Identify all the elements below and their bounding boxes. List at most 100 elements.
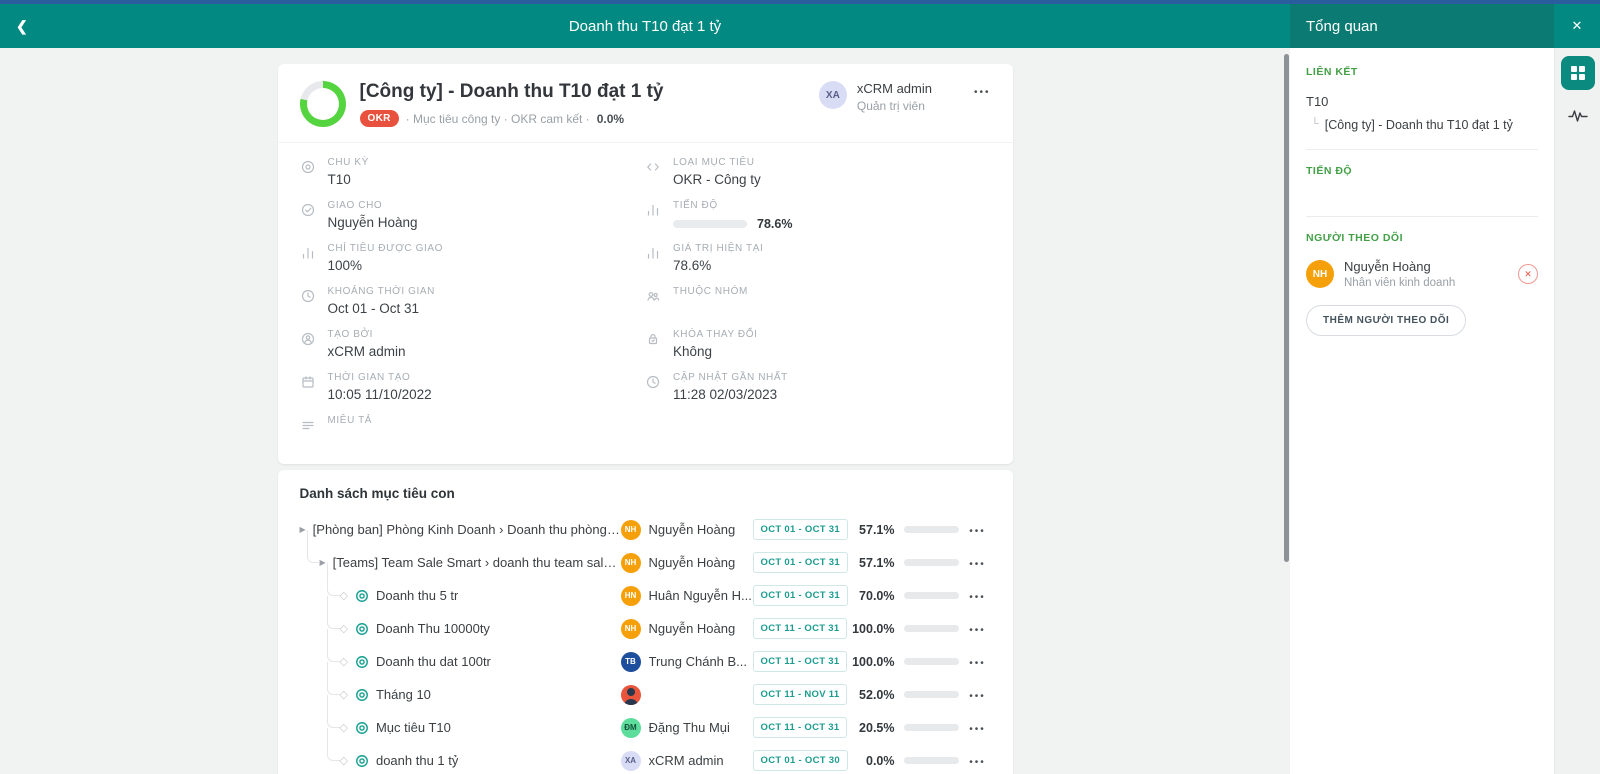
field-left-6: MIÊU TẢ bbox=[300, 415, 646, 446]
child-goal-title: [Teams] Team Sale Smart › doanh thu team… bbox=[333, 555, 621, 570]
field-value: 10:05 11/10/2022 bbox=[328, 387, 432, 403]
row-progress-track bbox=[904, 691, 959, 698]
goal-card-header: [Công ty] - Doanh thu T10 đạt 1 tỷ OKR ·… bbox=[278, 64, 1013, 142]
child-goal-row[interactable]: ◇ Doanh thu 5 tr HNHuân Nguyễn H... OCT … bbox=[294, 579, 997, 612]
row-percent: 57.1% bbox=[843, 556, 895, 570]
row-lead: ◇ Tháng 10 bbox=[294, 687, 621, 702]
field-label: TẠO BỞI bbox=[328, 329, 406, 340]
assignee-name: Đặng Thu Mụi bbox=[649, 720, 730, 735]
activity-tab-button[interactable] bbox=[1568, 108, 1588, 123]
date-range-badge: OCT 11 - OCT 31 bbox=[753, 651, 848, 672]
expand-toggle-icon[interactable]: ▶ bbox=[300, 525, 306, 534]
close-panel-button[interactable]: ✕ bbox=[1572, 18, 1583, 34]
main-scrollbar[interactable] bbox=[1284, 54, 1289, 562]
activity-pulse-icon bbox=[1568, 108, 1588, 123]
field-label: LOẠI MỤC TIÊU bbox=[673, 157, 761, 168]
user-icon bbox=[300, 331, 316, 347]
link-child[interactable]: └ [Công ty] - Doanh thu T10 đạt 1 tỷ bbox=[1306, 118, 1538, 132]
tree-connector bbox=[327, 728, 340, 761]
progress-percent: 78.6% bbox=[757, 217, 792, 231]
okr-target-icon bbox=[355, 688, 369, 702]
okr-target-icon bbox=[355, 655, 369, 669]
row-date-cell: OCT 11 - NOV 11 bbox=[753, 684, 843, 705]
row-lead: ▶ [Teams] Team Sale Smart › doanh thu te… bbox=[294, 555, 621, 570]
okr-target-icon bbox=[355, 622, 369, 636]
row-more-cell: ••• bbox=[959, 719, 997, 737]
assignee-name: Nguyễn Hoàng bbox=[649, 522, 736, 537]
row-more-cell: ••• bbox=[959, 521, 997, 539]
child-goal-title: Doanh thu 5 tr bbox=[376, 588, 458, 603]
row-more-button[interactable]: ••• bbox=[969, 724, 986, 735]
tree-connector bbox=[327, 629, 340, 662]
follower-avatar: NH bbox=[1306, 260, 1334, 288]
follower-name: Nguyễn Hoàng bbox=[1344, 259, 1455, 274]
main-area: ❮ Doanh thu T10 đạt 1 tỷ [Công ty] - Doa… bbox=[0, 4, 1290, 774]
child-goal-row[interactable]: ▶ [Teams] Team Sale Smart › doanh thu te… bbox=[294, 546, 997, 579]
row-more-button[interactable]: ••• bbox=[969, 625, 986, 636]
field-label: KHOẢNG THỜI GIAN bbox=[328, 286, 435, 297]
field-label: TIẾN ĐỘ bbox=[673, 200, 792, 211]
child-goal-row[interactable]: ◇ Tháng 10 OCT 11 - NOV 11 52.0% ••• bbox=[294, 678, 997, 711]
tool-strip: ✕ bbox=[1554, 4, 1600, 774]
row-assignee: NHNguyễn Hoàng bbox=[621, 619, 753, 639]
row-date-cell: OCT 11 - OCT 31 bbox=[753, 651, 843, 672]
progress-section-label: TIẾN ĐỘ bbox=[1306, 165, 1538, 177]
row-avatar: NH bbox=[621, 619, 641, 639]
row-assignee: HNHuân Nguyễn H... bbox=[621, 586, 753, 606]
field-label: CHỈ TIÊU ĐƯỢC GIAO bbox=[328, 243, 444, 254]
row-lead: ◇ Mục tiêu T10 bbox=[294, 720, 621, 735]
field-left-1: GIAO CHONguyễn Hoàng bbox=[300, 200, 646, 231]
children-list-heading: Danh sách mục tiêu con bbox=[294, 482, 997, 513]
link-parent: T10 bbox=[1306, 94, 1538, 109]
field-label: THUỘC NHÓM bbox=[673, 286, 748, 297]
field-right-5: CẬP NHẬT GẦN NHẤT11:28 02/03/2023 bbox=[645, 372, 991, 403]
owner-name: xCRM admin bbox=[857, 81, 932, 96]
goal-more-button[interactable]: ••• bbox=[974, 87, 991, 98]
row-more-button[interactable]: ••• bbox=[969, 526, 986, 537]
field-value: OKR - Công ty bbox=[673, 172, 761, 188]
clock-icon bbox=[300, 288, 316, 304]
lock-icon bbox=[645, 331, 661, 347]
child-goal-row[interactable]: ◇ Mục tiêu T10 ĐMĐặng Thu Mụi OCT 11 - O… bbox=[294, 711, 997, 744]
okr-badge: OKR bbox=[360, 110, 399, 127]
row-assignee bbox=[621, 685, 753, 705]
field-value: Oct 01 - Oct 31 bbox=[328, 301, 435, 317]
divider bbox=[1306, 149, 1538, 150]
add-follower-button[interactable]: THÊM NGƯỜI THEO DÕI bbox=[1306, 305, 1466, 336]
field-value: T10 bbox=[328, 172, 369, 188]
bar-chart-icon bbox=[645, 202, 661, 218]
owner-avatar: XA bbox=[819, 81, 847, 109]
child-goal-row[interactable]: ▶ [Phòng ban] Phòng Kinh Doanh › Doanh t… bbox=[294, 513, 997, 546]
row-more-button[interactable]: ••• bbox=[969, 757, 986, 768]
field-right-4: KHÓA THAY ĐỔIKhông bbox=[645, 329, 991, 360]
goal-subtitle: · Mục tiêu công ty · OKR cam kết · bbox=[406, 112, 590, 126]
follower-item: NH Nguyễn Hoàng Nhân viên kinh doanh ✕ bbox=[1306, 259, 1538, 289]
row-more-button[interactable]: ••• bbox=[969, 691, 986, 702]
row-avatar: NH bbox=[621, 553, 641, 573]
field-right-0: LOẠI MỤC TIÊU OKR - Công ty bbox=[645, 157, 991, 188]
child-goal-row[interactable]: ◇ doanh thu 1 tỷ XAxCRM admin OCT 01 - O… bbox=[294, 744, 997, 774]
row-more-button[interactable]: ••• bbox=[969, 592, 986, 603]
date-range-badge: OCT 01 - OCT 31 bbox=[753, 552, 848, 573]
child-goal-row[interactable]: ◇ Doanh Thu 10000ty NHNguyễn Hoàng OCT 1… bbox=[294, 612, 997, 645]
divider bbox=[1306, 216, 1538, 217]
field-value: 11:28 02/03/2023 bbox=[673, 387, 788, 403]
progress-track bbox=[673, 220, 747, 228]
remove-follower-button[interactable]: ✕ bbox=[1518, 264, 1538, 284]
overview-tab-button[interactable] bbox=[1561, 56, 1595, 90]
date-range-badge: OCT 01 - OCT 30 bbox=[753, 750, 848, 771]
child-goal-title: doanh thu 1 tỷ bbox=[376, 753, 458, 768]
row-more-button[interactable]: ••• bbox=[969, 559, 986, 570]
tree-connector bbox=[327, 695, 340, 728]
field-value: Nguyễn Hoàng bbox=[328, 215, 418, 231]
back-button[interactable]: ❮ bbox=[16, 18, 28, 35]
diamond-icon: ◇ bbox=[340, 622, 348, 635]
child-goal-row[interactable]: ◇ Doanh thu dat 100tr TBTrung Chánh B...… bbox=[294, 645, 997, 678]
expand-toggle-icon[interactable]: ▶ bbox=[320, 558, 326, 567]
goal-fields: CHU KỲT10 GIAO CHONguyễn Hoàng CHỈ TIÊU … bbox=[278, 143, 1013, 464]
date-range-badge: OCT 11 - OCT 31 bbox=[753, 618, 848, 639]
row-progress-track bbox=[904, 526, 959, 533]
field-label: THỜI GIAN TẠO bbox=[328, 372, 432, 383]
row-date-cell: OCT 11 - OCT 31 bbox=[753, 717, 843, 738]
row-more-button[interactable]: ••• bbox=[969, 658, 986, 669]
